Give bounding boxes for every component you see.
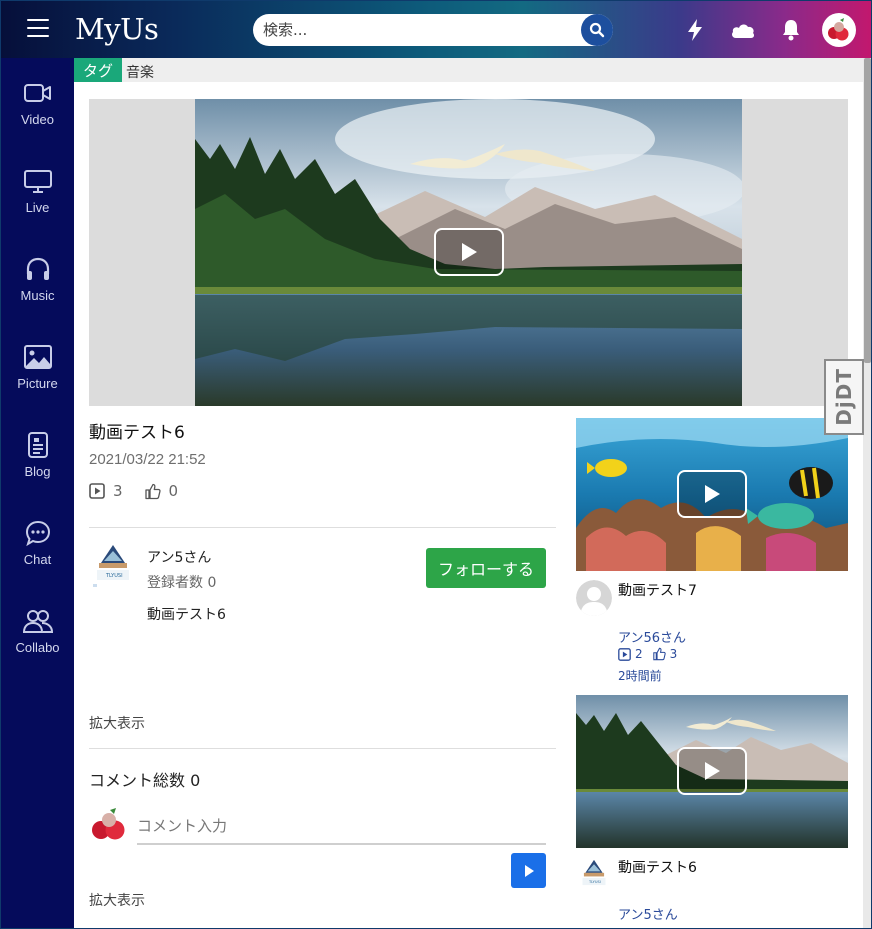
recommended-stats: 2 3 xyxy=(618,647,687,661)
play-button[interactable] xyxy=(434,228,504,276)
notification-button[interactable] xyxy=(777,16,805,44)
comment-input[interactable] xyxy=(137,809,546,845)
recommended-channel-name[interactable]: アン56さん xyxy=(618,627,686,646)
lychee-avatar-icon xyxy=(92,808,125,840)
recommended-like-count: 3 xyxy=(669,647,678,661)
chat-icon xyxy=(25,520,50,547)
users-icon xyxy=(22,610,53,633)
sidebar-item-label: Collabo xyxy=(15,640,60,655)
sidebar-item-label: Picture xyxy=(17,376,58,391)
recommended-thumbnail[interactable] xyxy=(576,695,848,848)
thumbs-up-icon[interactable] xyxy=(144,483,161,500)
cloud-button[interactable] xyxy=(729,16,757,44)
sidebar-item-label: Video xyxy=(20,112,54,127)
play-button[interactable] xyxy=(677,747,747,795)
subscriber-count: 登録者数 0 xyxy=(147,575,217,591)
sidebar-item-music[interactable]: Music xyxy=(1,252,74,332)
video-player[interactable] xyxy=(195,99,742,406)
channel-logo-icon: TLYUSI xyxy=(582,859,606,886)
search-icon xyxy=(589,22,605,38)
video-date: 2021/03/22 21:52 xyxy=(89,451,206,468)
scrollbar[interactable] xyxy=(863,58,871,928)
play-icon xyxy=(705,762,720,780)
sidebar-item-collabo[interactable]: Collabo xyxy=(1,604,74,684)
sidebar-item-picture[interactable]: Picture xyxy=(1,340,74,420)
tag-value[interactable]: 音楽 xyxy=(126,62,154,82)
search-input[interactable] xyxy=(253,14,573,46)
follow-button[interactable]: フォローする xyxy=(426,548,546,588)
sidebar-item-label: Music xyxy=(20,288,55,303)
lightning-button[interactable] xyxy=(681,16,709,44)
svg-text:TLYUSI: TLYUSI xyxy=(588,880,601,884)
monitor-icon xyxy=(23,170,52,193)
tag-bar: タグ 音楽 xyxy=(74,58,863,82)
channel-name[interactable]: アン5さん xyxy=(147,547,211,567)
video-title: 動画テスト6 xyxy=(89,423,185,443)
recommended-thumbnail[interactable] xyxy=(576,418,848,571)
debug-toolbar-toggle[interactable]: DjDT xyxy=(824,359,864,435)
app-frame: MyUs Video Live xyxy=(0,0,872,929)
recommended-view-count: 2 xyxy=(635,647,643,661)
play-count-icon xyxy=(618,647,631,661)
menu-icon[interactable] xyxy=(27,19,49,39)
sidebar-item-label: Blog xyxy=(24,464,51,479)
recommended-title[interactable]: 動画テスト7 xyxy=(618,580,697,600)
sidebar-item-blog[interactable]: Blog xyxy=(1,428,74,508)
play-button[interactable] xyxy=(677,470,747,518)
commenter-avatar xyxy=(90,807,128,843)
svg-text:TLYUSI: TLYUSI xyxy=(105,573,123,579)
top-header: MyUs xyxy=(1,1,871,58)
scrollbar-thumb[interactable] xyxy=(864,58,871,363)
play-count-icon xyxy=(89,483,105,499)
comment-count: コメント総数 0 xyxy=(89,771,201,790)
sidebar-item-label: Chat xyxy=(23,552,52,567)
thumbs-up-icon xyxy=(652,647,666,661)
recommended-channel-avatar[interactable]: TLYUSI xyxy=(576,857,612,893)
video-stats: 3 0 xyxy=(89,482,200,500)
tag-badge: タグ xyxy=(74,58,122,82)
expand-comments-link[interactable]: 拡大表示 xyxy=(89,890,145,910)
default-user-icon xyxy=(576,580,612,616)
play-icon xyxy=(462,243,477,261)
send-comment-button[interactable] xyxy=(511,853,546,888)
channel-avatar[interactable]: TLYUSI xyxy=(91,541,135,591)
app-logo[interactable]: MyUs xyxy=(75,12,159,46)
sidebar-item-video[interactable]: Video xyxy=(1,76,74,156)
recommended-channel-avatar[interactable] xyxy=(576,580,612,616)
headphones-icon xyxy=(26,257,49,280)
search-button[interactable] xyxy=(581,14,613,46)
user-avatar[interactable] xyxy=(822,13,856,47)
sidebar-item-label: Live xyxy=(25,200,50,215)
channel-logo-icon: TLYUSI xyxy=(93,545,129,587)
image-icon xyxy=(23,345,52,369)
play-icon xyxy=(705,485,720,503)
divider xyxy=(89,748,556,749)
expand-description-link[interactable]: 拡大表示 xyxy=(89,713,145,733)
lightning-icon xyxy=(688,19,702,41)
video-player-area xyxy=(89,99,848,406)
recommended-channel-name[interactable]: アン5さん xyxy=(618,904,678,923)
send-icon xyxy=(524,864,534,877)
sidebar-item-live[interactable]: Live xyxy=(1,164,74,244)
debug-toolbar-label: DjDT xyxy=(832,368,856,426)
like-count: 0 xyxy=(168,482,179,500)
document-icon xyxy=(27,432,48,458)
bell-icon xyxy=(783,20,799,41)
recommended-timestamp: 2時間前 xyxy=(618,669,662,683)
search-bar xyxy=(253,14,613,46)
video-description: 動画テスト6 xyxy=(147,607,226,623)
sidebar-item-chat[interactable]: Chat xyxy=(1,516,74,596)
video-camera-icon xyxy=(23,84,51,102)
divider xyxy=(89,527,556,528)
cloud-icon xyxy=(732,24,755,38)
sidebar: Video Live Music Picture Blog Chat Colla… xyxy=(1,58,74,928)
lychee-avatar-icon xyxy=(828,18,849,41)
recommended-title[interactable]: 動画テスト6 xyxy=(618,857,697,877)
view-count: 3 xyxy=(113,482,123,500)
